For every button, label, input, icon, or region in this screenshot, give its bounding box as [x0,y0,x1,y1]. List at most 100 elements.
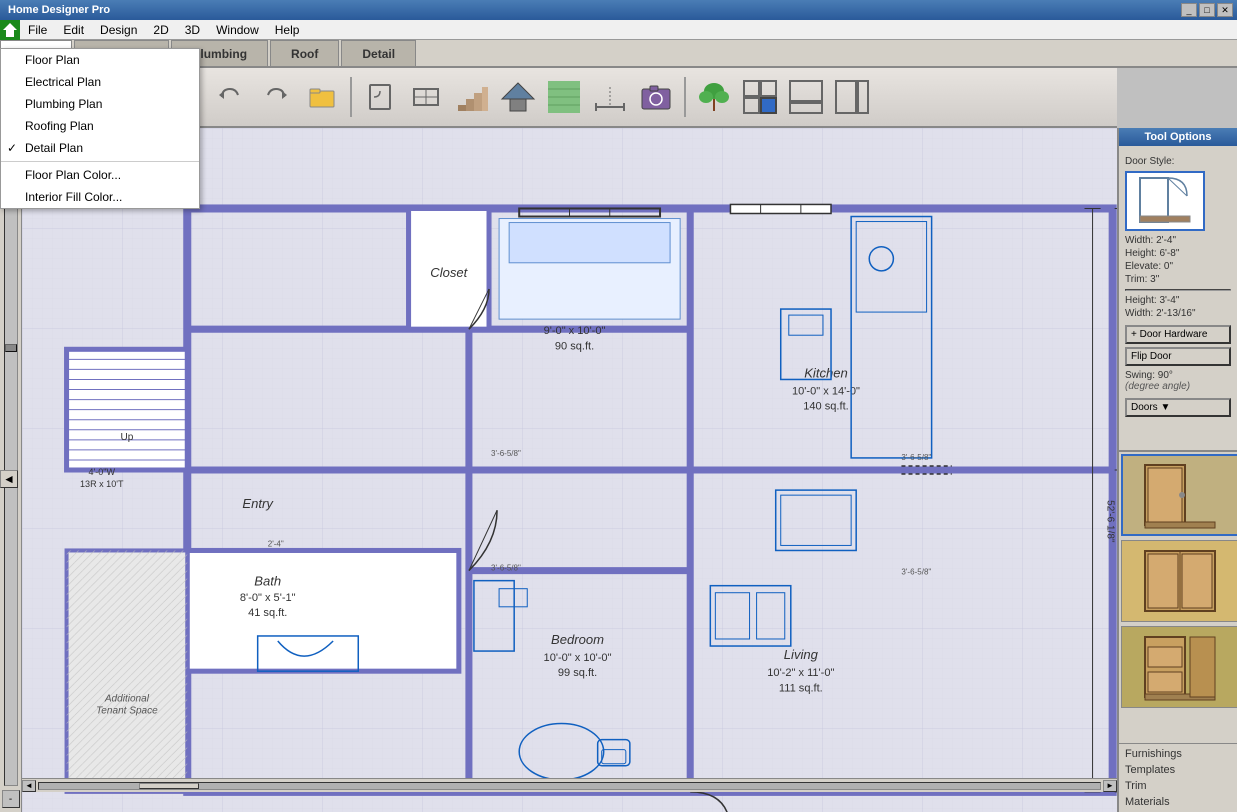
floor-dropdown-menu: Floor Plan Electrical Plan Plumbing Plan… [0,48,200,209]
doors-dropdown-button[interactable]: Doors ▼ [1125,398,1231,417]
toolbar-sep1 [350,77,352,117]
svg-text:41 sq.ft.: 41 sq.ft. [248,607,287,619]
elevate-label: Elevate: 0" [1125,261,1231,272]
canvas-area[interactable]: Up 4'-0"W 13R x 10'T Closet Bedroom 9'-0… [22,128,1117,812]
svg-text:2'-4": 2'-4" [268,539,284,548]
doors-section [1119,450,1237,744]
category-materials[interactable]: Materials [1119,794,1237,810]
door-thumb-3[interactable] [1121,626,1237,708]
titlebar-title: Home Designer Pro [4,4,110,16]
toolbar-view1[interactable] [738,75,782,119]
svg-text:Entry: Entry [242,496,274,511]
door-thumb-1[interactable] [1121,454,1237,536]
height2-label: Height: 3'-4" [1125,295,1231,306]
tab-detail[interactable]: Detail [341,40,416,66]
menu-window[interactable]: Window [208,21,267,39]
app-logo [0,20,20,40]
svg-text:10'-0" x 10'-0": 10'-0" x 10'-0" [544,652,612,664]
svg-text:3'-6-5/8": 3'-6-5/8" [491,564,521,573]
tool-options-header: Tool Options [1119,128,1237,146]
right-panel: Tool Options Door Style: Width: 2'-4" He… [1117,128,1237,812]
svg-text:Living: Living [784,647,819,662]
toolbar-window[interactable] [404,75,448,119]
svg-text:4'-0"W: 4'-0"W [88,467,115,477]
close-button[interactable]: ✕ [1217,3,1233,17]
menu-design[interactable]: Design [92,21,145,39]
height-label: Height: 6'-8" [1125,248,1231,259]
door-thumb-2[interactable] [1121,540,1237,622]
toolbar-roof[interactable] [496,75,540,119]
menu-file[interactable]: File [20,21,55,39]
menu-edit[interactable]: Edit [55,21,92,39]
minimize-button[interactable]: _ [1181,3,1197,17]
svg-text:Up: Up [120,432,133,443]
door-preview[interactable] [1125,171,1205,231]
toolbar-stairs[interactable] [450,75,494,119]
toolbar-view3[interactable] [830,75,874,119]
toolbar-door[interactable] [358,75,402,119]
door-hardware-button[interactable]: + Door Hardware [1125,325,1231,344]
menu-3d[interactable]: 3D [177,21,208,39]
zoom-out-button[interactable]: - [2,790,20,808]
svg-text:52'-6 1/8": 52'-6 1/8" [1105,500,1116,543]
menu-help[interactable]: Help [267,21,308,39]
scroll-right-button[interactable]: ► [1103,780,1117,792]
svg-text:3'-6-5/8": 3'-6-5/8" [901,568,931,577]
dropdown-separator [1,161,199,162]
toolbar [200,68,1117,128]
svg-text:3'-6-5/8": 3'-6-5/8" [491,449,521,458]
menu-detail-plan[interactable]: Detail Plan [1,137,199,159]
toolbar-sep2 [684,77,686,117]
svg-text:10'-0" x 14'-0": 10'-0" x 14'-0" [792,386,860,398]
menu-floor-plan[interactable]: Floor Plan [1,49,199,71]
menu-interior-fill-color[interactable]: Interior Fill Color... [1,186,199,208]
scroll-left-button[interactable]: ◄ [22,780,36,792]
door-style-label: Door Style: [1125,156,1231,167]
svg-text:111 sq.ft.: 111 sq.ft. [779,682,823,694]
svg-text:3'-6-5/8": 3'-6-5/8" [901,453,931,462]
menu-2d[interactable]: 2D [145,21,176,39]
scroll-track[interactable] [38,782,1101,790]
bottom-categories: Furnishings Templates Trim Materials [1119,743,1237,812]
width-label: Width: 2'-4" [1125,235,1231,246]
svg-text:Bedroom: Bedroom [551,632,604,647]
toolbar-dimension[interactable] [588,75,632,119]
tab-roof[interactable]: Roof [270,40,339,66]
svg-text:Bath: Bath [254,574,281,589]
bottom-scrollbar[interactable]: ◄ ► [22,778,1117,792]
toolbar-redo[interactable] [254,75,298,119]
svg-text:Additional: Additional [104,693,150,704]
svg-text:99 sq.ft.: 99 sq.ft. [558,667,597,679]
scroll-left-indicator[interactable]: ◄ [0,470,18,488]
svg-text:Closet: Closet [430,265,468,280]
menu-plumbing-plan[interactable]: Plumbing Plan [1,93,199,115]
category-furnishings[interactable]: Furnishings [1119,746,1237,762]
toolbar-view2[interactable] [784,75,828,119]
swing-label: Swing: 90° [1125,370,1231,381]
svg-text:Kitchen: Kitchen [804,365,848,380]
menubar: File Edit Design 2D 3D Window Help [0,20,1237,40]
maximize-button[interactable]: □ [1199,3,1215,17]
menu-floor-color[interactable]: Floor Plan Color... [1,164,199,186]
titlebar-controls[interactable]: _ □ ✕ [1181,3,1233,17]
svg-text:8'-0" x 5'-1": 8'-0" x 5'-1" [240,592,296,604]
left-ruler: + - ◄ [0,128,22,812]
main-area: + - ◄ [0,128,1237,812]
toolbar-camera[interactable] [634,75,678,119]
menu-electrical-plan[interactable]: Electrical Plan [1,71,199,93]
tool-options-content: Door Style: Width: 2'-4" Height: 6'-8" E… [1119,146,1237,450]
trim-label: Trim: 3" [1125,274,1231,285]
menu-roofing-plan[interactable]: Roofing Plan [1,115,199,137]
svg-text:13R x 10'T: 13R x 10'T [80,479,124,489]
category-templates[interactable]: Templates [1119,762,1237,778]
toolbar-open-folder[interactable] [300,75,344,119]
toolbar-plant[interactable] [692,75,736,119]
toolbar-texture[interactable] [542,75,586,119]
angle-label: (degree angle) [1125,381,1231,392]
svg-text:Tenant Space: Tenant Space [96,705,158,716]
flip-door-button[interactable]: Flip Door [1125,347,1231,366]
toolbar-undo[interactable] [208,75,252,119]
titlebar: Home Designer Pro _ □ ✕ [0,0,1237,20]
width2-label: Width: 2'-13/16" [1125,308,1231,319]
svg-text:9'-0" x 10'-0": 9'-0" x 10'-0" [544,325,606,337]
